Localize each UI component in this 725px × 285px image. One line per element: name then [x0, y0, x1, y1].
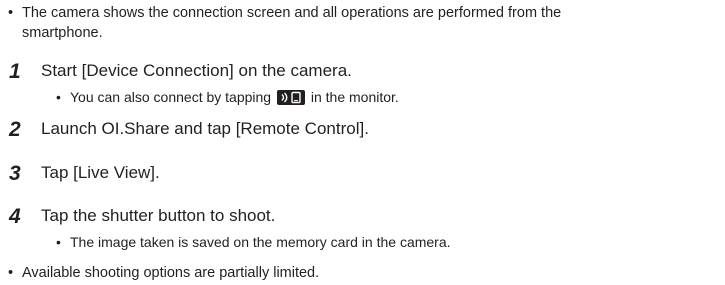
step-4-text: Tap the shutter button to shoot. — [41, 206, 276, 225]
bullet-mark: • — [56, 89, 61, 105]
step-3-text: Tap [Live View]. — [41, 163, 160, 182]
step-1-note-before: You can also connect by tapping — [70, 89, 272, 105]
footer-bullet-text: Available shooting options are partially… — [22, 265, 320, 281]
footer-bullet: • Available shooting options are partial… — [8, 263, 718, 283]
intro-bullet: • The camera shows the connection screen… — [8, 3, 718, 43]
bullet-mark: • — [8, 265, 14, 281]
step-4-note-text: The image taken is saved on the memory c… — [70, 234, 451, 250]
intro-bullet-line-2: smartphone. — [22, 25, 103, 41]
step-2-number: 2 — [9, 118, 21, 141]
step-1-text: Start [Device Connection] on the camera. — [41, 61, 352, 80]
step-1-note-text: You can also connect by tapping in the m… — [70, 88, 399, 106]
step-4-number: 4 — [9, 205, 21, 228]
intro-bullet-line-1: The camera shows the connection screen a… — [22, 5, 562, 21]
bullet-mark: • — [56, 234, 61, 250]
bullet-mark: • — [8, 5, 14, 21]
step-1-note-after: in the monitor. — [310, 89, 399, 105]
manual-page: • The camera shows the connection screen… — [0, 0, 725, 285]
step-1-number: 1 — [9, 60, 21, 83]
step-3-number: 3 — [9, 162, 21, 185]
step-2-text: Launch OI.Share and tap [Remote Control]… — [41, 119, 369, 138]
device-connection-icon — [276, 90, 305, 105]
